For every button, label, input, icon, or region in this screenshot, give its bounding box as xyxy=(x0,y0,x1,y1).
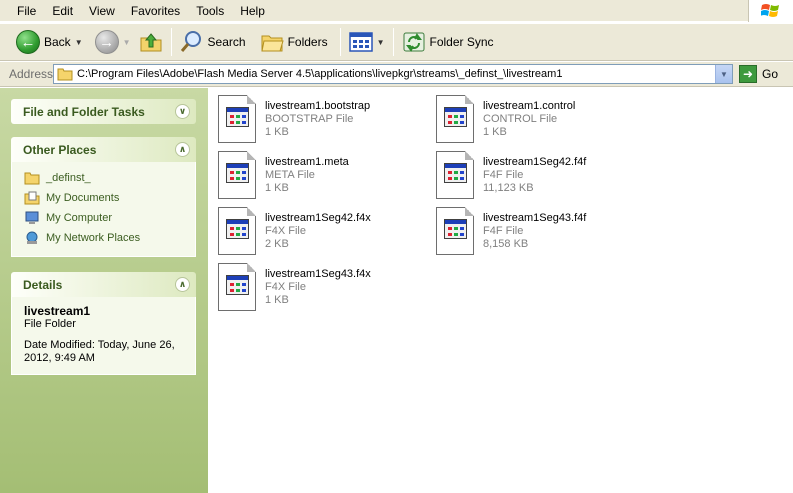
menu-view[interactable]: View xyxy=(81,1,123,21)
file-size: 2 KB xyxy=(265,238,289,250)
toolbar-separator xyxy=(392,28,394,56)
back-button[interactable]: ← Back ▼ xyxy=(12,26,87,58)
file-size: 1 KB xyxy=(265,182,289,194)
toolbar-separator xyxy=(170,28,172,56)
menu-favorites[interactable]: Favorites xyxy=(123,1,188,21)
address-path: C:\Program Files\Adobe\Flash Media Serve… xyxy=(77,68,563,80)
folder-sync-button[interactable]: Folder Sync xyxy=(398,26,498,58)
forward-arrow-icon: → xyxy=(94,30,119,54)
place-my-documents[interactable]: My Documents xyxy=(24,188,185,208)
file-size: 1 KB xyxy=(265,294,289,306)
views-dropdown-icon[interactable]: ▼ xyxy=(377,38,385,47)
expand-chevron-icon[interactable]: ∨ xyxy=(175,104,190,119)
details-modified-2: 2012, 9:49 AM xyxy=(24,352,95,364)
file-name: livestream1Seg43.f4f xyxy=(483,212,587,224)
file-type: META File xyxy=(265,169,315,181)
file-type: F4X File xyxy=(265,281,306,293)
file-item[interactable]: livestream1Seg43.f4f F4F File 8,158 KB xyxy=(426,203,636,255)
folder-icon xyxy=(24,172,40,185)
file-list: livestream1.bootstrap BOOTSTRAP File 1 K… xyxy=(208,88,793,493)
file-icon xyxy=(436,95,474,143)
address-dropdown-icon[interactable]: ▼ xyxy=(715,65,732,83)
search-button[interactable]: Search xyxy=(176,26,250,58)
details-header[interactable]: Details ∧ xyxy=(11,272,196,297)
views-button[interactable]: ▼ xyxy=(345,26,389,58)
menu-help[interactable]: Help xyxy=(232,1,273,21)
details-body: livestream1 File Folder Date Modified: T… xyxy=(11,297,196,375)
address-label: Address xyxy=(9,67,54,81)
file-icon xyxy=(218,207,256,255)
file-name: livestream1.bootstrap xyxy=(265,100,371,112)
details-name: livestream1 xyxy=(24,304,91,318)
folder-icon xyxy=(57,68,73,81)
file-icon xyxy=(218,95,256,143)
file-type: F4F File xyxy=(483,225,524,237)
file-name: livestream1Seg42.f4x xyxy=(265,212,371,224)
place-my-computer[interactable]: My Computer xyxy=(24,208,185,228)
file-item[interactable]: livestream1Seg42.f4x F4X File 2 KB xyxy=(208,203,418,255)
file-size: 1 KB xyxy=(265,126,289,138)
forward-button[interactable]: → ▼ xyxy=(91,26,135,58)
file-item[interactable]: livestream1.control CONTROL File 1 KB xyxy=(426,91,636,143)
my-computer-icon xyxy=(25,211,39,224)
file-type: BOOTSTRAP File xyxy=(265,113,354,125)
views-icon xyxy=(348,32,373,52)
file-size: 8,158 KB xyxy=(483,238,529,250)
file-icon xyxy=(218,263,256,311)
details-kind: File Folder xyxy=(24,318,76,330)
other-places-header[interactable]: Other Places ∧ xyxy=(11,137,196,162)
menu-tools[interactable]: Tools xyxy=(188,1,232,21)
file-item[interactable]: livestream1Seg43.f4x F4X File 1 KB xyxy=(208,259,418,311)
menu-edit[interactable]: Edit xyxy=(44,1,81,21)
file-type: CONTROL File xyxy=(483,113,558,125)
search-icon xyxy=(180,31,201,52)
forward-dropdown-icon[interactable]: ▼ xyxy=(123,38,131,47)
file-icon xyxy=(436,151,474,199)
file-name: livestream1Seg42.f4f xyxy=(483,156,587,168)
toolbar-separator xyxy=(339,28,341,56)
menu-file[interactable]: File xyxy=(9,1,44,21)
back-arrow-icon: ← xyxy=(16,30,40,54)
folder-sync-icon xyxy=(403,32,424,52)
folders-button[interactable]: Folders xyxy=(256,26,332,58)
file-name: livestream1Seg43.f4x xyxy=(265,268,371,280)
file-icon xyxy=(436,207,474,255)
toolbar: ← Back ▼ → ▼ Search Folders ▼ Folder Syn… xyxy=(0,23,793,61)
file-item[interactable]: livestream1.meta META File 1 KB xyxy=(208,147,418,199)
other-places-list: _definst_ My Documents My Computer My Ne… xyxy=(11,162,196,257)
other-places-panel: Other Places ∧ _definst_ My Documents My… xyxy=(11,137,196,257)
address-field[interactable]: C:\Program Files\Adobe\Flash Media Serve… xyxy=(53,64,733,84)
go-button[interactable]: ➜ Go xyxy=(739,65,778,83)
file-name: livestream1.meta xyxy=(265,156,349,168)
address-bar: Address C:\Program Files\Adobe\Flash Med… xyxy=(0,62,793,87)
network-places-icon xyxy=(26,231,38,244)
file-type: F4X File xyxy=(265,225,306,237)
details-panel: Details ∧ livestream1 File Folder Date M… xyxy=(11,272,196,375)
task-pane: File and Folder Tasks ∨ Other Places ∧ _… xyxy=(0,88,208,493)
folders-icon xyxy=(260,35,284,52)
file-size: 11,123 KB xyxy=(483,182,534,194)
file-folder-tasks-panel: File and Folder Tasks ∨ xyxy=(11,99,196,124)
details-modified-1: Date Modified: Today, June 26, xyxy=(24,339,175,351)
file-name: livestream1.control xyxy=(483,100,576,112)
file-item[interactable]: livestream1Seg42.f4f F4F File 11,123 KB xyxy=(426,147,636,199)
back-dropdown-icon[interactable]: ▼ xyxy=(75,38,83,47)
file-item[interactable]: livestream1.bootstrap BOOTSTRAP File 1 K… xyxy=(208,91,418,143)
file-type: F4F File xyxy=(483,169,524,181)
collapse-chevron-icon[interactable]: ∧ xyxy=(175,142,190,157)
windows-logo-icon xyxy=(748,0,793,22)
menu-bar: File Edit View Favorites Tools Help xyxy=(0,0,793,22)
file-size: 1 KB xyxy=(483,126,507,138)
place-definst[interactable]: _definst_ xyxy=(24,168,185,188)
go-arrow-icon: ➜ xyxy=(739,65,757,83)
my-documents-icon xyxy=(24,191,40,205)
collapse-chevron-icon[interactable]: ∧ xyxy=(175,277,190,292)
up-folder-icon xyxy=(140,33,162,52)
up-folder-button[interactable] xyxy=(135,26,167,58)
file-icon xyxy=(218,151,256,199)
file-folder-tasks-header[interactable]: File and Folder Tasks ∨ xyxy=(11,99,196,124)
place-my-network-places[interactable]: My Network Places xyxy=(24,228,185,248)
